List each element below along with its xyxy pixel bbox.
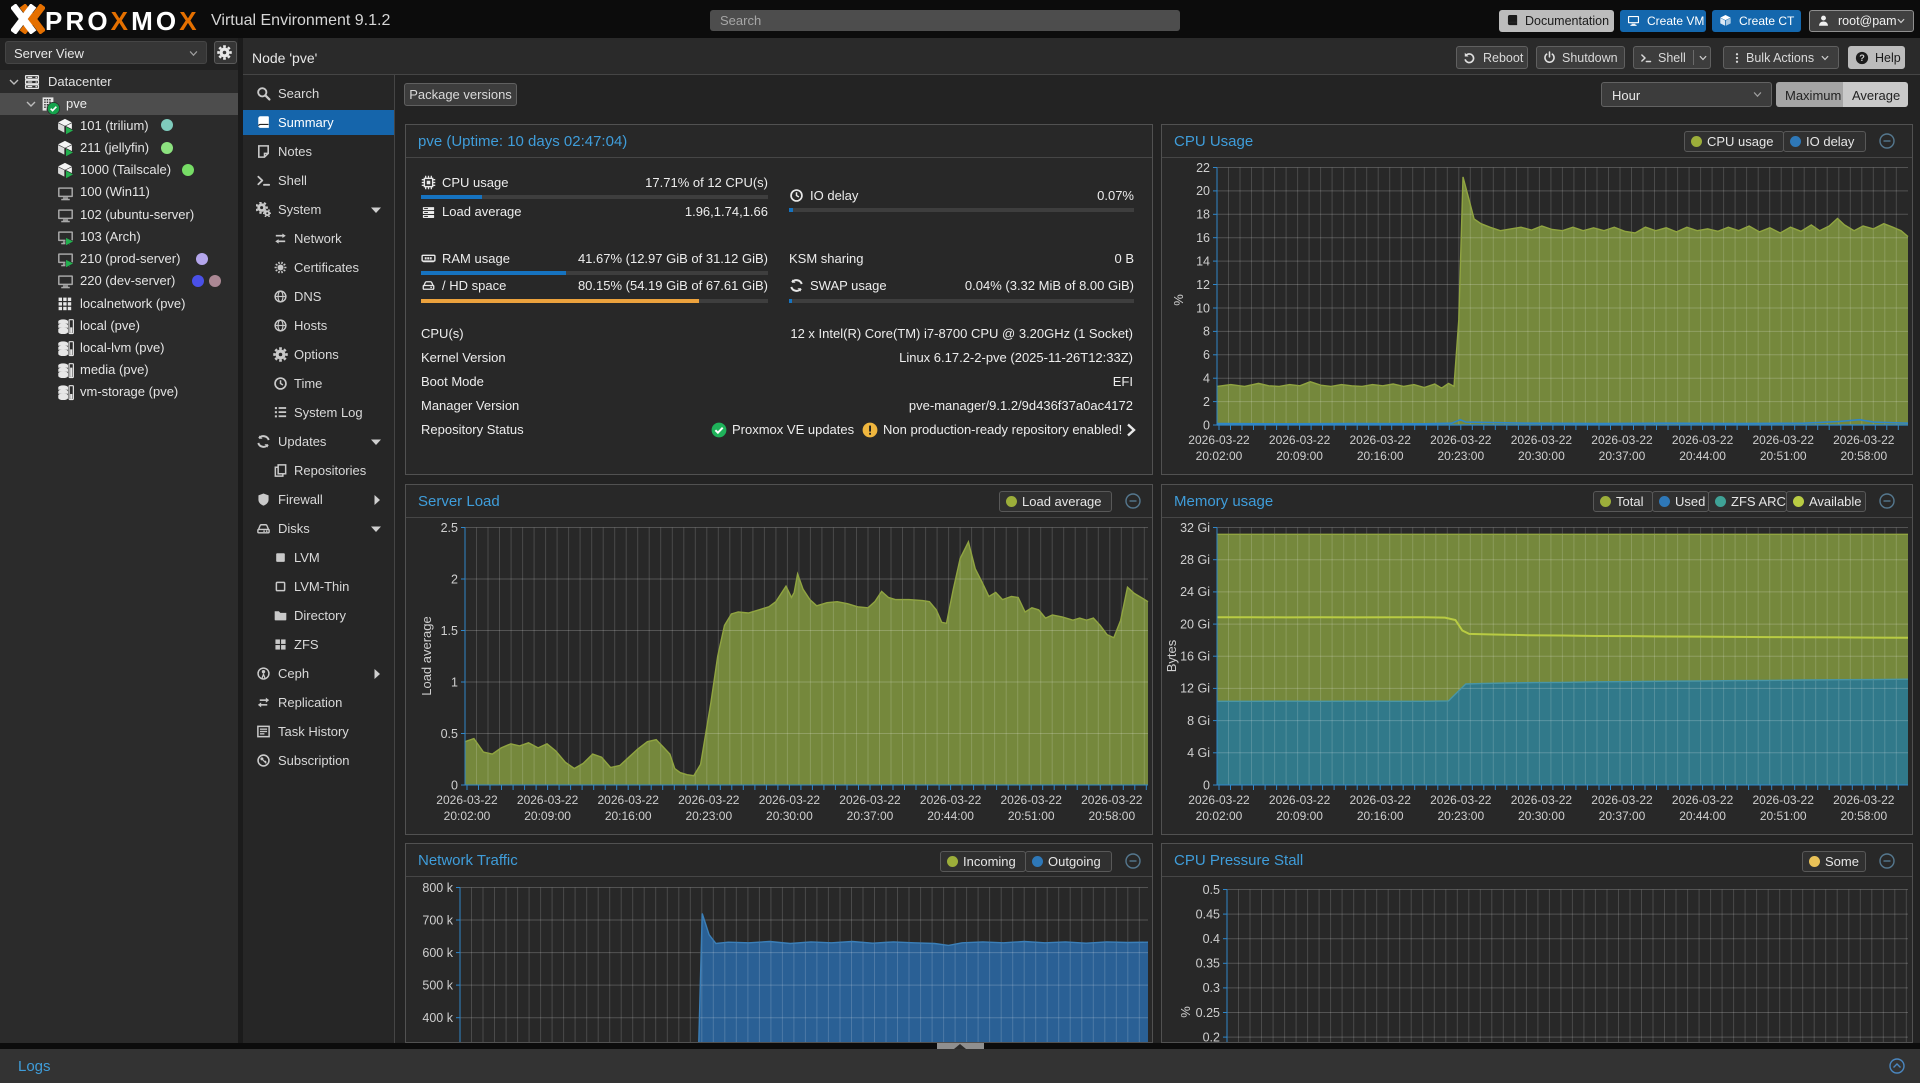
svg-text:28 Gi: 28 Gi <box>1180 553 1210 567</box>
svg-text:2026-03-22: 2026-03-22 <box>1350 433 1412 447</box>
svg-text:0: 0 <box>451 778 458 792</box>
svg-text:18: 18 <box>1196 208 1210 222</box>
svg-text:800 k: 800 k <box>422 881 453 895</box>
svg-text:20:09:00: 20:09:00 <box>524 809 571 823</box>
svg-text:20:16:00: 20:16:00 <box>1357 449 1404 463</box>
svg-text:20:51:00: 20:51:00 <box>1760 449 1807 463</box>
svg-text:%: % <box>1171 294 1186 306</box>
svg-text:2026-03-22: 2026-03-22 <box>1269 433 1331 447</box>
svg-text:Bytes: Bytes <box>1164 639 1179 672</box>
svg-text:20:30:00: 20:30:00 <box>1518 449 1565 463</box>
svg-text:%: % <box>1178 1006 1193 1018</box>
svg-text:22: 22 <box>1196 161 1210 175</box>
svg-text:20:02:00: 20:02:00 <box>444 809 491 823</box>
svg-text:2026-03-22: 2026-03-22 <box>436 793 498 807</box>
svg-text:20:44:00: 20:44:00 <box>1679 449 1726 463</box>
svg-text:2.5: 2.5 <box>441 521 458 535</box>
svg-text:2026-03-22: 2026-03-22 <box>1511 433 1573 447</box>
svg-text:20:58:00: 20:58:00 <box>1840 809 1887 823</box>
svg-text:2: 2 <box>1203 395 1210 409</box>
svg-text:20:23:00: 20:23:00 <box>1437 449 1484 463</box>
svg-text:4 Gi: 4 Gi <box>1187 746 1210 760</box>
svg-text:20:16:00: 20:16:00 <box>1357 809 1404 823</box>
svg-text:20:02:00: 20:02:00 <box>1196 449 1243 463</box>
svg-text:2026-03-22: 2026-03-22 <box>1430 793 1492 807</box>
svg-text:2: 2 <box>451 572 458 586</box>
svg-text:20:58:00: 20:58:00 <box>1840 449 1887 463</box>
svg-text:2026-03-22: 2026-03-22 <box>1350 793 1412 807</box>
svg-text:400 k: 400 k <box>422 1011 453 1025</box>
svg-text:600 k: 600 k <box>422 946 453 960</box>
svg-text:1: 1 <box>451 675 458 689</box>
svg-text:20 Gi: 20 Gi <box>1180 617 1210 631</box>
svg-text:0.35: 0.35 <box>1196 957 1220 971</box>
svg-text:20:51:00: 20:51:00 <box>1008 809 1055 823</box>
svg-text:20:02:00: 20:02:00 <box>1196 809 1243 823</box>
svg-text:20:30:00: 20:30:00 <box>766 809 813 823</box>
svg-text:20:51:00: 20:51:00 <box>1760 809 1807 823</box>
svg-text:12: 12 <box>1196 278 1210 292</box>
svg-text:500 k: 500 k <box>422 978 453 992</box>
svg-text:2026-03-22: 2026-03-22 <box>1672 793 1734 807</box>
svg-text:2026-03-22: 2026-03-22 <box>839 793 901 807</box>
svg-text:20:37:00: 20:37:00 <box>1599 449 1646 463</box>
svg-text:1.5: 1.5 <box>441 624 458 638</box>
svg-text:2026-03-22: 2026-03-22 <box>1591 793 1653 807</box>
svg-text:8 Gi: 8 Gi <box>1187 714 1210 728</box>
svg-text:2026-03-22: 2026-03-22 <box>1753 793 1815 807</box>
svg-text:20:23:00: 20:23:00 <box>685 809 732 823</box>
svg-text:2026-03-22: 2026-03-22 <box>1269 793 1331 807</box>
svg-text:8: 8 <box>1203 325 1210 339</box>
svg-text:20:44:00: 20:44:00 <box>1679 809 1726 823</box>
svg-text:20:44:00: 20:44:00 <box>927 809 974 823</box>
svg-text:14: 14 <box>1196 254 1210 268</box>
svg-text:2026-03-22: 2026-03-22 <box>1672 433 1734 447</box>
svg-text:0: 0 <box>1203 778 1210 792</box>
svg-text:2026-03-22: 2026-03-22 <box>598 793 660 807</box>
svg-text:2026-03-22: 2026-03-22 <box>517 793 579 807</box>
svg-text:0.5: 0.5 <box>441 727 458 741</box>
svg-text:0.4: 0.4 <box>1203 932 1220 946</box>
svg-text:20:30:00: 20:30:00 <box>1518 809 1565 823</box>
svg-text:16 Gi: 16 Gi <box>1180 650 1210 664</box>
svg-text:2026-03-22: 2026-03-22 <box>1188 433 1250 447</box>
svg-text:20:16:00: 20:16:00 <box>605 809 652 823</box>
svg-text:700 k: 700 k <box>422 913 453 927</box>
svg-text:20:09:00: 20:09:00 <box>1276 809 1323 823</box>
svg-text:20:09:00: 20:09:00 <box>1276 449 1323 463</box>
svg-text:0.3: 0.3 <box>1203 981 1220 995</box>
svg-text:20:58:00: 20:58:00 <box>1088 809 1135 823</box>
svg-text:2026-03-22: 2026-03-22 <box>1833 433 1895 447</box>
svg-text:2026-03-22: 2026-03-22 <box>1511 793 1573 807</box>
svg-text:2026-03-22: 2026-03-22 <box>1833 793 1895 807</box>
svg-text:20:37:00: 20:37:00 <box>1599 809 1646 823</box>
svg-text:2026-03-22: 2026-03-22 <box>1001 793 1063 807</box>
svg-text:32 Gi: 32 Gi <box>1180 521 1210 535</box>
svg-text:2026-03-22: 2026-03-22 <box>1188 793 1250 807</box>
svg-text:2026-03-22: 2026-03-22 <box>678 793 740 807</box>
svg-text:2026-03-22: 2026-03-22 <box>1081 793 1143 807</box>
svg-text:12 Gi: 12 Gi <box>1180 682 1210 696</box>
svg-text:0: 0 <box>1203 418 1210 432</box>
svg-text:4: 4 <box>1203 372 1210 386</box>
svg-text:0.5: 0.5 <box>1203 883 1220 897</box>
svg-text:16: 16 <box>1196 231 1210 245</box>
svg-text:2026-03-22: 2026-03-22 <box>1591 433 1653 447</box>
svg-text:6: 6 <box>1203 348 1210 362</box>
svg-text:20: 20 <box>1196 184 1210 198</box>
svg-text:2026-03-22: 2026-03-22 <box>759 793 821 807</box>
svg-text:10: 10 <box>1196 301 1210 315</box>
svg-text:0.25: 0.25 <box>1196 1006 1220 1020</box>
svg-text:2026-03-22: 2026-03-22 <box>1753 433 1815 447</box>
svg-text:0.45: 0.45 <box>1196 907 1220 921</box>
svg-text:2026-03-22: 2026-03-22 <box>1430 433 1492 447</box>
svg-text:24 Gi: 24 Gi <box>1180 585 1210 599</box>
svg-text:2026-03-22: 2026-03-22 <box>920 793 982 807</box>
svg-text:Load average: Load average <box>419 616 434 696</box>
svg-text:20:23:00: 20:23:00 <box>1437 809 1484 823</box>
svg-text:20:37:00: 20:37:00 <box>847 809 894 823</box>
